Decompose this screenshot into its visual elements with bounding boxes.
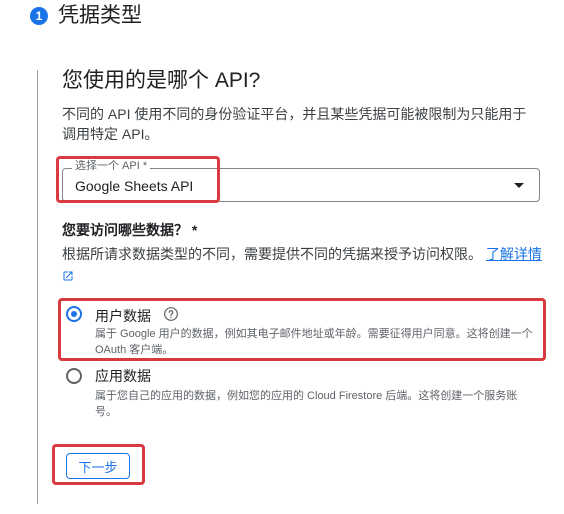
option-user-data-label: 用户数据 <box>95 307 151 324</box>
step-title: 凭据类型 <box>58 4 142 27</box>
learn-more-link[interactable]: 了解详情 <box>486 246 542 262</box>
next-button[interactable]: 下一步 <box>66 453 130 479</box>
api-select-value: Google Sheets API <box>75 178 194 194</box>
option-user-data-label-row: 用户数据 <box>95 306 179 325</box>
option-app-data[interactable]: 应用数据 属于您自己的应用的数据，例如您的应用的 Cloud Firestore… <box>66 368 536 418</box>
data-access-text: 根据所请求数据类型的不同，需要提供不同的凭据来授予访问权限。 <box>62 246 482 262</box>
api-select[interactable]: 选择一个 API * Google Sheets API <box>62 159 540 202</box>
data-access-question: 您要访问哪些数据？ * <box>62 222 198 238</box>
external-link-icon[interactable] <box>62 267 74 288</box>
radio-app-data[interactable] <box>66 368 82 384</box>
question-description: 不同的 API 使用不同的身份验证平台，并且某些凭据可能被限制为只能用于调用特定… <box>62 106 527 142</box>
dropdown-arrow-icon <box>514 183 524 188</box>
api-select-label: 选择一个 API * <box>72 159 151 173</box>
step-number-badge: 1 <box>30 7 48 25</box>
option-app-data-label-row: 应用数据 <box>95 368 151 384</box>
step-header: 1 凭据类型 <box>30 4 142 28</box>
question-title: 您使用的是哪个 API? <box>62 69 261 92</box>
option-app-data-label: 应用数据 <box>95 368 151 384</box>
option-user-data-description: 属于 Google 用户的数据，例如其电子邮件地址或年龄。需要征得用户同意。这将… <box>95 328 533 356</box>
option-user-data[interactable]: 用户数据 属于 Google 用户的数据，例如其电子邮件地址或年龄。需要征得用户… <box>66 306 536 360</box>
help-circle-icon[interactable] <box>163 306 179 325</box>
data-access-description: 根据所请求数据类型的不同，需要提供不同的凭据来授予访问权限。 了解详情 <box>62 244 542 288</box>
step-connector-line <box>37 70 38 504</box>
option-app-data-description: 属于您自己的应用的数据，例如您的应用的 Cloud Firestore 后端。这… <box>95 390 518 418</box>
radio-user-data[interactable] <box>66 306 82 322</box>
